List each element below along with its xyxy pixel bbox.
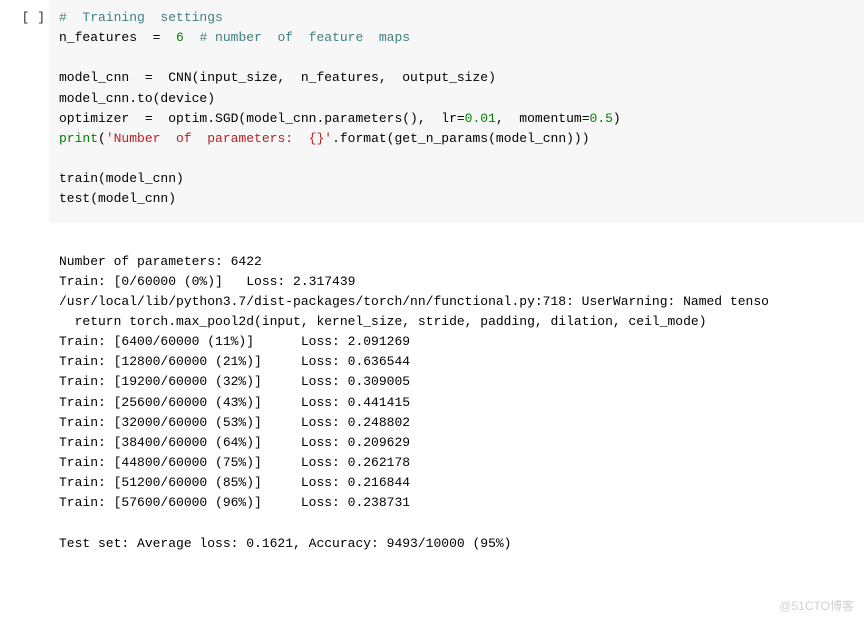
code-content[interactable]: # Training settings n_features = 6 # num… [59, 8, 854, 209]
output-prompt [0, 223, 49, 231]
code-line: n_features = 6 # number of feature maps [59, 30, 410, 45]
output-cell: Number of parameters: 6422 Train: [0/600… [0, 223, 864, 602]
output-line: Train: [19200/60000 (32%)] Loss: 0.30900… [59, 374, 410, 389]
output-line: Train: [38400/60000 (64%)] Loss: 0.20962… [59, 435, 410, 450]
code-line: optimizer = optim.SGD(model_cnn.paramete… [59, 111, 621, 126]
output-line: Train: [0/60000 (0%)] Loss: 2.317439 [59, 274, 355, 289]
output-line: Train: [57600/60000 (96%)] Loss: 0.23873… [59, 495, 410, 510]
code-line: test(model_cnn) [59, 191, 176, 206]
code-line: model_cnn = CNN(input_size, n_features, … [59, 70, 496, 85]
output-line: Train: [12800/60000 (21%)] Loss: 0.63654… [59, 354, 410, 369]
output-line: /usr/local/lib/python3.7/dist-packages/t… [59, 294, 769, 309]
output-line: Train: [25600/60000 (43%)] Loss: 0.44141… [59, 395, 410, 410]
output-content: Number of parameters: 6422 Train: [0/600… [59, 252, 854, 554]
cell-prompt: [ ] [0, 0, 49, 28]
output-line: Train: [32000/60000 (53%)] Loss: 0.24880… [59, 415, 410, 430]
code-line: print('Number of parameters: {}'.format(… [59, 131, 590, 146]
output-line: return torch.max_pool2d(input, kernel_si… [59, 314, 707, 329]
cell-output: Number of parameters: 6422 Train: [0/600… [49, 223, 864, 602]
code-cell: [ ] # Training settings n_features = 6 #… [0, 0, 864, 223]
code-editor[interactable]: # Training settings n_features = 6 # num… [49, 0, 864, 223]
comment-line: # Training settings [59, 10, 223, 25]
code-line: train(model_cnn) [59, 171, 184, 186]
code-line: model_cnn.to(device) [59, 91, 215, 106]
output-line: Train: [44800/60000 (75%)] Loss: 0.26217… [59, 455, 410, 470]
output-line: Train: [6400/60000 (11%)] Loss: 2.091269 [59, 334, 410, 349]
output-line: Train: [51200/60000 (85%)] Loss: 0.21684… [59, 475, 410, 490]
output-line: Test set: Average loss: 0.1621, Accuracy… [59, 536, 511, 551]
output-line: Number of parameters: 6422 [59, 254, 262, 269]
